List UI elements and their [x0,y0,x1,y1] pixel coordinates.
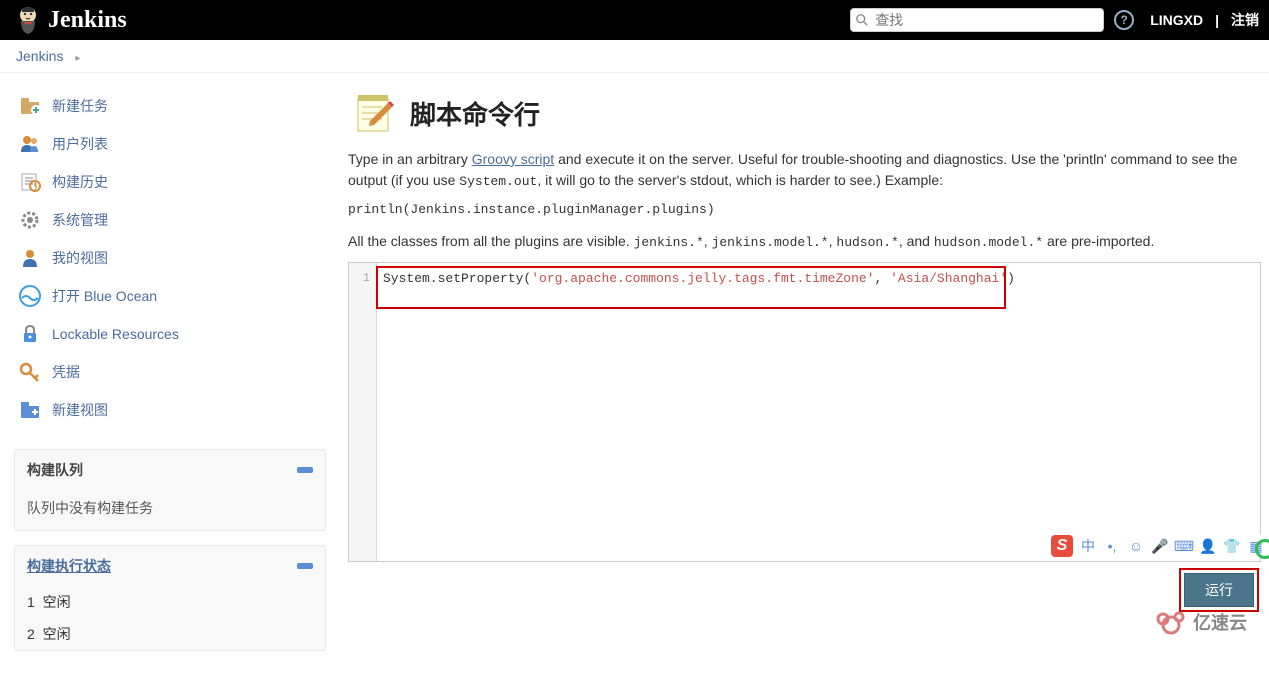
jenkins-logo-icon [16,4,40,36]
nav-label: 系统管理 [52,210,108,230]
header-separator: | [1215,12,1219,28]
ime-user-icon[interactable]: 👤 [1199,537,1217,555]
nav-my-views[interactable]: 我的视图 [14,239,326,277]
chevron-right-icon: ▸ [75,53,80,64]
executor-panel: 构建执行状态 1 空闲 2 空闲 [14,545,326,651]
example-code: println(Jenkins.instance.pluginManager.p… [348,202,1261,217]
ime-keyboard-icon[interactable]: ⌨ [1175,537,1193,555]
collapse-icon[interactable] [297,467,313,473]
notepad-icon [352,91,396,135]
queue-title: 构建队列 [27,460,83,480]
nav-blue-ocean[interactable]: 打开 Blue Ocean [14,277,326,315]
ime-lang-icon[interactable]: 中 [1079,537,1097,555]
new-item-icon [18,94,42,118]
nav-label: 打开 Blue Ocean [52,286,157,306]
gear-icon [18,208,42,232]
nav-credentials[interactable]: 凭据 [14,353,326,391]
script-editor[interactable]: 1 System.setProperty('org.apache.commons… [348,262,1261,562]
description: Type in an arbitrary Groovy script and e… [348,149,1261,192]
search-wrap [850,8,1104,32]
watermark: 亿速云 [1153,605,1263,642]
top-header: Jenkins ? LINGXD | 注销 [0,0,1269,40]
logo[interactable]: Jenkins [16,4,127,36]
nav-label: 我的视图 [52,248,108,268]
new-view-icon [18,398,42,422]
blue-ocean-icon [18,284,42,308]
search-icon [855,13,869,27]
executor-row: 2 空闲 [15,618,325,650]
logout-link[interactable]: 注销 [1231,10,1259,30]
nav-new-item[interactable]: 新建任务 [14,87,326,125]
code-content[interactable]: System.setProperty('org.apache.commons.j… [377,263,1260,561]
header-links: LINGXD | 注销 [1150,10,1259,30]
queue-empty-text: 队列中没有构建任务 [15,490,325,530]
nav-manage[interactable]: 系统管理 [14,201,326,239]
executor-row: 1 空闲 [15,586,325,618]
help-icon[interactable]: ? [1114,10,1134,30]
nav-build-history[interactable]: 构建历史 [14,163,326,201]
nav-label: 新建任务 [52,96,108,116]
run-button[interactable]: 运行 [1184,573,1254,607]
lock-icon [18,322,42,346]
imports-note: All the classes from all the plugins are… [348,231,1261,253]
history-icon [18,170,42,194]
nav-list: 新建任务 用户列表 构建历史 系统管理 我的视图 打开 Blue Ocean [14,87,326,429]
groovy-link[interactable]: Groovy script [472,151,554,167]
nav-label: Lockable Resources [52,326,179,342]
nav-label: 用户列表 [52,134,108,154]
ime-emoji-icon[interactable]: ☺ [1127,537,1145,555]
nav-label: 新建视图 [52,400,108,420]
system-out-code: System.out [459,174,537,189]
ime-punct-icon[interactable]: •, [1103,537,1121,555]
search-input[interactable] [850,8,1104,32]
user-icon [18,246,42,270]
executor-title[interactable]: 构建执行状态 [27,556,111,576]
sidebar: 新建任务 用户列表 构建历史 系统管理 我的视图 打开 Blue Ocean [0,73,340,679]
ime-skin-icon[interactable]: 👕 [1223,537,1241,555]
people-icon [18,132,42,156]
ime-mic-icon[interactable]: 🎤 [1151,537,1169,555]
breadcrumb-root[interactable]: Jenkins [16,48,63,64]
logo-text: Jenkins [48,7,127,34]
collapse-icon[interactable] [297,563,313,569]
ime-toolbar: S 中 •, ☺ 🎤 ⌨ 👤 👕 ▦ [1051,535,1265,557]
svg-text:亿速云: 亿速云 [1193,612,1247,633]
nav-new-view[interactable]: 新建视图 [14,391,326,429]
sogou-icon[interactable]: S [1051,535,1073,557]
page-title: 脚本命令行 [410,95,540,132]
breadcrumb: Jenkins ▸ [0,40,1269,73]
ime-more-icon[interactable]: ▦ [1247,537,1265,555]
key-icon [18,360,42,384]
main-content: 脚本命令行 Type in an arbitrary Groovy script… [340,73,1269,679]
user-link[interactable]: LINGXD [1150,12,1203,28]
nav-label: 构建历史 [52,172,108,192]
nav-label: 凭据 [52,362,80,382]
editor-gutter: 1 [349,263,377,561]
nav-people[interactable]: 用户列表 [14,125,326,163]
build-queue-panel: 构建队列 队列中没有构建任务 [14,449,326,531]
nav-lockable[interactable]: Lockable Resources [14,315,326,353]
